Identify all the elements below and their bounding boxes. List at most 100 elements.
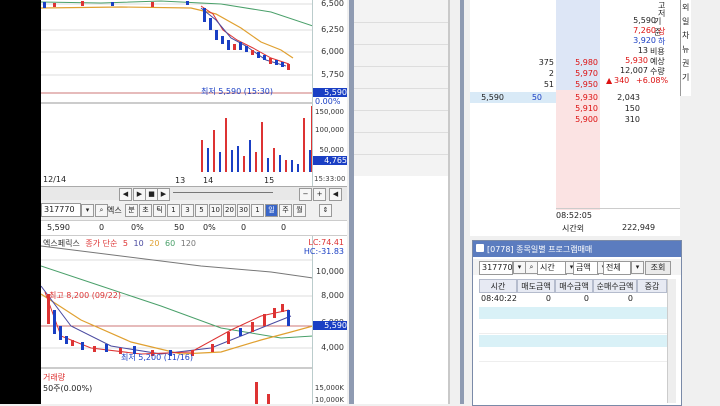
chart-toolbar: 317770 ▾ ⌕ 엑스 분 초 틱 1 3 5 10 20 30 1 일 주 월 ⇕: [41, 202, 347, 218]
lc-label: LC:74.41: [308, 238, 344, 247]
vertical-tab[interactable]: 차: [682, 30, 689, 41]
amount-dropdown[interactable]: 금액: [573, 261, 599, 275]
bid-price[interactable]: 5,930: [556, 93, 598, 102]
summary-value: 3,920: [633, 36, 656, 45]
amount-dropdown-value: 금액: [576, 263, 591, 272]
ask-price[interactable]: 5,980: [556, 58, 598, 67]
price-tag: 5,590: [313, 88, 347, 97]
info-volume-pct: 0%: [203, 223, 216, 232]
orderbook-total: 222,949: [622, 223, 656, 232]
summary-up-pct: +6.08%: [636, 76, 669, 85]
period-button-sec[interactable]: 초: [139, 204, 152, 217]
play-button[interactable]: ▶: [157, 188, 170, 201]
panel-divider: [448, 0, 450, 404]
ask-price[interactable]: 5,970: [556, 69, 598, 78]
column-header-buy[interactable]: 매수금액: [555, 279, 593, 293]
y-tick: 8,000: [321, 291, 344, 300]
period-button-day[interactable]: 일: [265, 204, 278, 217]
date-tick: 15: [264, 176, 275, 185]
table-row[interactable]: [479, 335, 667, 347]
vertical-tab[interactable]: 권: [682, 58, 689, 69]
column-header-net[interactable]: 순매수금액: [593, 279, 637, 293]
scroll-left-button[interactable]: ◀: [119, 188, 132, 201]
orderbook-time: 08:52:05: [556, 211, 592, 220]
bid-price[interactable]: 5,900: [556, 115, 598, 124]
period-button-min[interactable]: 분: [125, 204, 138, 217]
time-label: 15:33:00: [314, 175, 346, 183]
vol-tick: 100,000: [315, 126, 344, 134]
zoom-in-button[interactable]: +: [313, 188, 326, 201]
period-button-20[interactable]: 20: [223, 204, 236, 217]
info-value-a: 0: [241, 223, 247, 232]
summary-value: 7,260: [633, 26, 656, 35]
time-dropdown-value: 시간: [540, 263, 555, 272]
period-button-tick[interactable]: 틱: [153, 204, 166, 217]
info-value-b: 0: [281, 223, 287, 232]
grid-line: [354, 132, 448, 133]
program-trading-window: [0778] 종목일별 프로그램매매 317770 ▾ ⌕ 시간 ▾ 금액 ▾ …: [472, 240, 682, 406]
side-summary: 고 저 5,590 기준 7,260 상 3,920 하 13 비용 5,930…: [606, 0, 669, 90]
low-price-annotation-daily: 최저 5,200 (11/16): [121, 353, 194, 362]
query-button[interactable]: 조회: [645, 261, 671, 275]
window-title: [0778] 종목일별 프로그램매매: [487, 245, 593, 254]
vertical-tab[interactable]: 기: [682, 72, 689, 83]
period-button-30[interactable]: 30: [237, 204, 250, 217]
row-buy: 0: [583, 294, 589, 303]
summary-up-value: 340: [614, 76, 630, 85]
chart-scroll-controls[interactable]: ◀ ▶ ■ ▶ − + ◀: [41, 186, 347, 201]
current-price: 5,590: [481, 93, 504, 102]
period-button-month[interactable]: 월: [293, 204, 306, 217]
column-header-time[interactable]: 시간: [479, 279, 517, 293]
period-button-5[interactable]: 5: [195, 204, 208, 217]
stock-code-input[interactable]: 317770: [41, 203, 81, 217]
right-edge-panel: [691, 0, 720, 404]
time-dropdown[interactable]: 시간: [537, 261, 567, 275]
middle-grid-panel: [354, 0, 448, 404]
period-button-1[interactable]: 1: [167, 204, 180, 217]
vertical-tab[interactable]: 일: [682, 16, 689, 27]
column-header-sell[interactable]: 매도금액: [517, 279, 555, 293]
table-scrollbar[interactable]: [667, 279, 676, 403]
window-titlebar[interactable]: [0778] 종목일별 프로그램매매: [473, 241, 681, 257]
zoom-out-button[interactable]: −: [299, 188, 312, 201]
scope-dropdown[interactable]: 전체: [603, 261, 631, 275]
program-code-input[interactable]: 317770: [479, 261, 513, 275]
period-button-week[interactable]: 주: [279, 204, 292, 217]
daily-volume-bars: [255, 382, 270, 404]
vertical-tab[interactable]: 뉴: [682, 44, 689, 55]
expand-button[interactable]: ◀: [329, 188, 342, 201]
vol-tick: 50,000: [319, 146, 345, 154]
orderbook-panel: 375 5,980 2 5,970 51 5,950 5,590 50 5,93…: [470, 0, 680, 236]
column-header-change[interactable]: 증감: [637, 279, 667, 293]
table-row[interactable]: [479, 307, 667, 319]
grid-line: [354, 88, 448, 89]
price-axis: 6,500 6,250 6,000 5,750 5,590 0.00% 150,…: [312, 0, 347, 186]
vertical-tab[interactable]: 외: [682, 2, 689, 13]
volume-subtitle: 50주(0.00%): [43, 384, 93, 393]
table-row[interactable]: [479, 349, 667, 362]
scope-dropdown-arrow-icon[interactable]: ▾: [631, 261, 644, 274]
table-row[interactable]: [479, 321, 667, 334]
period-button-3[interactable]: 3: [181, 204, 194, 217]
ask-price[interactable]: 5,950: [556, 80, 598, 89]
left-bezel: [0, 0, 41, 404]
period-button-10[interactable]: 10: [209, 204, 222, 217]
y-tick: 5,750: [321, 70, 344, 79]
low-price-annotation: 최저 5,590 (15:30): [201, 87, 274, 96]
period-button-1b[interactable]: 1: [251, 204, 264, 217]
daily-chart-area: [41, 245, 313, 404]
y-tick: 4,000: [321, 343, 344, 352]
grid-line: [354, 22, 448, 23]
options-button[interactable]: ⇕: [319, 204, 332, 217]
bid-price[interactable]: 5,910: [556, 104, 598, 113]
table-row[interactable]: 08:40:22 0 0 0: [479, 293, 667, 305]
y-tick: 6,000: [321, 47, 344, 56]
zoom-slider[interactable]: [173, 192, 273, 193]
vol-tick: 150,000: [315, 108, 344, 116]
date-axis: 13 14 15: [41, 176, 313, 185]
current-qty: 50: [531, 93, 542, 102]
grid-line: [354, 110, 448, 111]
ask-qty: 375: [538, 58, 554, 67]
dropdown-arrow-icon[interactable]: ▾: [81, 204, 94, 217]
volume-title: 거래량: [43, 373, 66, 382]
